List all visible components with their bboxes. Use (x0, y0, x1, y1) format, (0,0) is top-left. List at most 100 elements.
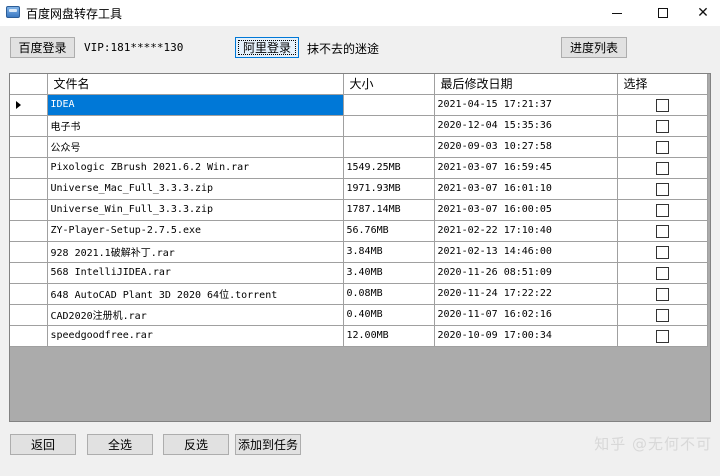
ali-login-button[interactable]: 阿里登录 (235, 37, 299, 58)
row-header[interactable] (10, 178, 48, 200)
select-checkbox[interactable] (655, 182, 669, 196)
select-checkbox[interactable] (655, 245, 669, 259)
table-row[interactable]: Universe_Mac_Full_3.3.3.zip 1971.93MB 2021… (10, 178, 708, 200)
cell-select[interactable] (617, 325, 708, 347)
add-to-task-button[interactable]: 添加到任务 (235, 434, 301, 455)
cell-file-size[interactable]: 3.84MB (343, 241, 435, 263)
cell-select[interactable] (617, 157, 708, 179)
table-row[interactable]: CAD2020注册机.rar 0.40MB 2020-11-07 16:02:16 (10, 304, 708, 326)
cell-file-name[interactable]: speedgoodfree.rar (47, 325, 344, 347)
table-row[interactable]: Pixologic ZBrush 2021.6.2 Win.rar 1549.25… (10, 157, 708, 179)
baidu-login-button[interactable]: 百度登录 (10, 37, 75, 58)
column-header-date[interactable]: 最后修改日期 (434, 74, 618, 95)
cell-modified-date[interactable]: 2020-12-04 15:35:36 (434, 115, 618, 137)
cell-select[interactable] (617, 94, 708, 116)
cell-file-size[interactable]: 1971.93MB (343, 178, 435, 200)
cell-select[interactable] (617, 262, 708, 284)
file-grid[interactable]: 文件名 大小 最后修改日期 选择 IDEA 2021-04-15 17:21:37… (9, 73, 711, 422)
cell-modified-date[interactable]: 2021-04-15 17:21:37 (434, 94, 618, 116)
select-checkbox[interactable] (655, 266, 669, 280)
table-row[interactable]: speedgoodfree.rar 12.00MB 2020-10-09 17:00… (10, 325, 708, 347)
cell-modified-date[interactable]: 2021-03-07 16:59:45 (434, 157, 618, 179)
cell-modified-date[interactable]: 2021-03-07 16:00:05 (434, 199, 618, 221)
cell-modified-date[interactable]: 2020-10-09 17:00:34 (434, 325, 618, 347)
cell-file-size[interactable]: 1787.14MB (343, 199, 435, 221)
cell-modified-date[interactable]: 2021-02-22 17:10:40 (434, 220, 618, 242)
table-row[interactable]: IDEA 2021-04-15 17:21:37 (10, 94, 708, 116)
table-row[interactable]: 电子书 2020-12-04 15:35:36 (10, 115, 708, 137)
cell-select[interactable] (617, 199, 708, 221)
cell-file-size[interactable]: 0.08MB (343, 283, 435, 305)
select-checkbox[interactable] (655, 308, 669, 322)
select-checkbox[interactable] (655, 140, 669, 154)
select-checkbox[interactable] (655, 224, 669, 238)
cell-file-name[interactable]: 568 IntelliJIDEA.rar (47, 262, 344, 284)
row-header[interactable] (10, 283, 48, 305)
cell-file-name[interactable]: Pixologic ZBrush 2021.6.2 Win.rar (47, 157, 344, 179)
select-all-button[interactable]: 全选 (87, 434, 153, 455)
cell-select[interactable] (617, 283, 708, 305)
table-row[interactable]: 公众号 2020-09-03 10:27:58 (10, 136, 708, 158)
row-header[interactable] (10, 220, 48, 242)
select-checkbox[interactable] (655, 161, 669, 175)
cell-file-name[interactable]: 电子书 (47, 115, 344, 137)
cell-modified-date[interactable]: 2020-11-24 17:22:22 (434, 283, 618, 305)
back-button[interactable]: 返回 (10, 434, 76, 455)
table-row[interactable]: 568 IntelliJIDEA.rar 3.40MB 2020-11-26 08:… (10, 262, 708, 284)
row-header[interactable] (10, 157, 48, 179)
cell-file-size[interactable]: 3.40MB (343, 262, 435, 284)
table-row[interactable]: ZY-Player-Setup-2.7.5.exe 56.76MB 2021-02-… (10, 220, 708, 242)
row-header[interactable] (10, 325, 48, 347)
table-row[interactable]: 648 AutoCAD Plant 3D 2020 64位.torrent 0.0… (10, 283, 708, 305)
row-header[interactable] (10, 262, 48, 284)
column-header-name[interactable]: 文件名 (47, 74, 344, 95)
cell-file-name[interactable]: ZY-Player-Setup-2.7.5.exe (47, 220, 344, 242)
minimize-icon (612, 12, 622, 14)
row-header[interactable] (10, 199, 48, 221)
row-header[interactable] (10, 115, 48, 137)
row-header[interactable] (10, 94, 48, 116)
table-row[interactable]: 928 2021.1破解补丁.rar 3.84MB 2021-02-13 14:46… (10, 241, 708, 263)
cell-file-size[interactable]: 1549.25MB (343, 157, 435, 179)
cell-select[interactable] (617, 115, 708, 137)
cell-file-size[interactable]: 12.00MB (343, 325, 435, 347)
table-row[interactable]: Universe_Win_Full_3.3.3.zip 1787.14MB 2021… (10, 199, 708, 221)
row-header[interactable] (10, 136, 48, 158)
column-header-size[interactable]: 大小 (343, 74, 435, 95)
select-checkbox[interactable] (655, 119, 669, 133)
cell-select[interactable] (617, 178, 708, 200)
cell-file-size[interactable] (343, 136, 435, 158)
cell-file-name[interactable]: 648 AutoCAD Plant 3D 2020 64位.torrent (47, 283, 344, 305)
close-button[interactable]: ✕ (686, 0, 720, 26)
minimize-button[interactable] (594, 0, 640, 26)
cell-modified-date[interactable]: 2021-02-13 14:46:00 (434, 241, 618, 263)
cell-select[interactable] (617, 136, 708, 158)
select-checkbox[interactable] (655, 98, 669, 112)
cell-file-size[interactable] (343, 115, 435, 137)
cell-file-name[interactable]: CAD2020注册机.rar (47, 304, 344, 326)
cell-modified-date[interactable]: 2021-03-07 16:01:10 (434, 178, 618, 200)
row-header[interactable] (10, 304, 48, 326)
cell-select[interactable] (617, 220, 708, 242)
select-checkbox[interactable] (655, 287, 669, 301)
cell-file-name[interactable]: Universe_Mac_Full_3.3.3.zip (47, 178, 344, 200)
cell-file-size[interactable]: 56.76MB (343, 220, 435, 242)
cell-modified-date[interactable]: 2020-11-26 08:51:09 (434, 262, 618, 284)
maximize-button[interactable] (640, 0, 686, 26)
cell-select[interactable] (617, 304, 708, 326)
cell-file-size[interactable] (343, 94, 435, 116)
cell-modified-date[interactable]: 2020-09-03 10:27:58 (434, 136, 618, 158)
cell-file-name[interactable]: IDEA (47, 94, 344, 116)
row-header[interactable] (10, 241, 48, 263)
cell-select[interactable] (617, 241, 708, 263)
progress-list-button[interactable]: 进度列表 (561, 37, 627, 58)
cell-modified-date[interactable]: 2020-11-07 16:02:16 (434, 304, 618, 326)
select-checkbox[interactable] (655, 203, 669, 217)
select-checkbox[interactable] (655, 329, 669, 343)
cell-file-name[interactable]: 928 2021.1破解补丁.rar (47, 241, 344, 263)
cell-file-name[interactable]: Universe_Win_Full_3.3.3.zip (47, 199, 344, 221)
column-header-select[interactable]: 选择 (617, 74, 708, 95)
cell-file-name[interactable]: 公众号 (47, 136, 344, 158)
cell-file-size[interactable]: 0.40MB (343, 304, 435, 326)
invert-selection-button[interactable]: 反选 (163, 434, 229, 455)
